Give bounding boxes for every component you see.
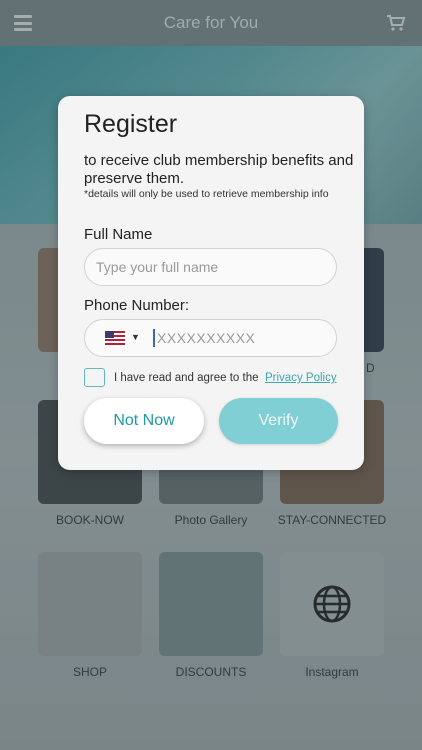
phone-number-input[interactable] [157,321,327,355]
register-modal: Register to receive club membership bene… [58,96,364,470]
phone-field: ▼ [84,319,337,357]
not-now-button[interactable]: Not Now [84,398,204,444]
verify-button[interactable]: Verify [219,398,338,444]
modal-title: Register [84,110,178,138]
agree-text: I have read and agree to the [114,372,259,384]
privacy-policy-link[interactable]: Privacy Policy [265,372,337,384]
us-flag-icon[interactable] [105,331,125,345]
privacy-note: *details will only be used to retrieve m… [84,188,329,200]
country-dropdown-icon[interactable]: ▼ [131,332,140,342]
modal-subtitle: to receive club membership benefits and … [84,152,354,187]
text-cursor [153,329,155,347]
full-name-input[interactable] [84,248,337,286]
full-name-label: Full Name [84,226,153,243]
phone-number-label: Phone Number: [84,297,190,314]
agree-checkbox[interactable] [84,368,105,387]
